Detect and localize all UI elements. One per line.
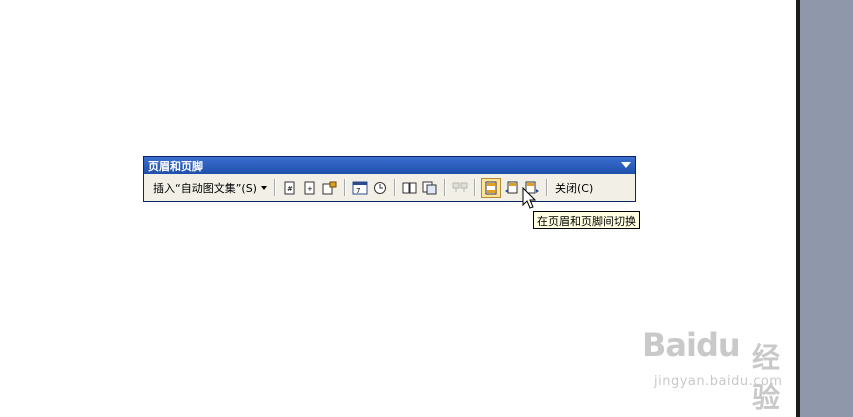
toolbar-separator (443, 179, 446, 196)
insert-date-icon: 7 (352, 181, 368, 195)
baidu-logo-text: Baidu (642, 326, 741, 364)
toolbar-separator (273, 179, 276, 196)
show-previous-icon (504, 181, 518, 193)
desktop-side-panel (796, 0, 853, 417)
insert-autotext-menu[interactable]: 插入“自动图文集”(S) (150, 178, 270, 198)
show-previous-button[interactable] (503, 179, 521, 197)
tooltip-text: 在页眉和页脚间切换 (537, 215, 636, 228)
close-toolbar-button[interactable]: 关闭(C) (552, 180, 596, 196)
insert-autotext-label: 插入“自动图文集”(S) (153, 181, 257, 195)
toolbar-separator (393, 179, 396, 196)
insert-page-number-button[interactable]: # (281, 179, 299, 197)
page-setup-button[interactable] (401, 179, 419, 197)
insert-time-icon (373, 181, 386, 194)
watermark-url: jingyan.baidu.com (654, 374, 783, 389)
show-hide-document-text-icon (422, 181, 437, 194)
toolbar-options-dropdown-icon[interactable] (621, 162, 631, 168)
toolbar-title-bar[interactable]: 页眉和页脚 (144, 157, 635, 174)
toolbar-separator (343, 179, 346, 196)
baidu-watermark: Baidu 经验 jingyan.baidu.com (642, 322, 802, 414)
page-setup-icon (402, 182, 417, 193)
insert-page-count-icon: + (304, 181, 315, 194)
insert-time-button[interactable] (371, 179, 389, 197)
same-as-previous-icon (452, 182, 468, 192)
svg-text:#: # (287, 185, 293, 193)
format-page-number-button[interactable] (321, 179, 339, 197)
switch-header-footer-button[interactable] (480, 177, 501, 198)
tooltip: 在页眉和页脚间切换 (533, 211, 640, 229)
toolbar-title: 页眉和页脚 (148, 159, 203, 173)
mouse-pointer-icon (522, 187, 536, 209)
insert-page-count-button[interactable]: + (301, 179, 319, 197)
toolbar-separator (473, 179, 476, 196)
switch-header-footer-icon (485, 181, 497, 194)
show-hide-document-text-button[interactable] (421, 179, 439, 197)
svg-text:7: 7 (356, 187, 360, 195)
format-page-number-icon (322, 181, 337, 194)
chevron-down-icon (260, 185, 267, 190)
insert-date-button[interactable]: 7 (351, 179, 369, 197)
svg-text:+: + (307, 185, 313, 193)
toolbar-separator (545, 179, 548, 196)
header-footer-toolbar: 页眉和页脚 插入“自动图文集”(S) # + 7 关闭(C) (143, 156, 636, 202)
insert-page-number-icon: # (284, 181, 295, 194)
same-as-previous-button[interactable] (451, 179, 469, 197)
toolbar-buttons-row: 插入“自动图文集”(S) # + 7 关闭(C) (144, 174, 635, 201)
baidu-logo: Baidu (642, 326, 741, 364)
